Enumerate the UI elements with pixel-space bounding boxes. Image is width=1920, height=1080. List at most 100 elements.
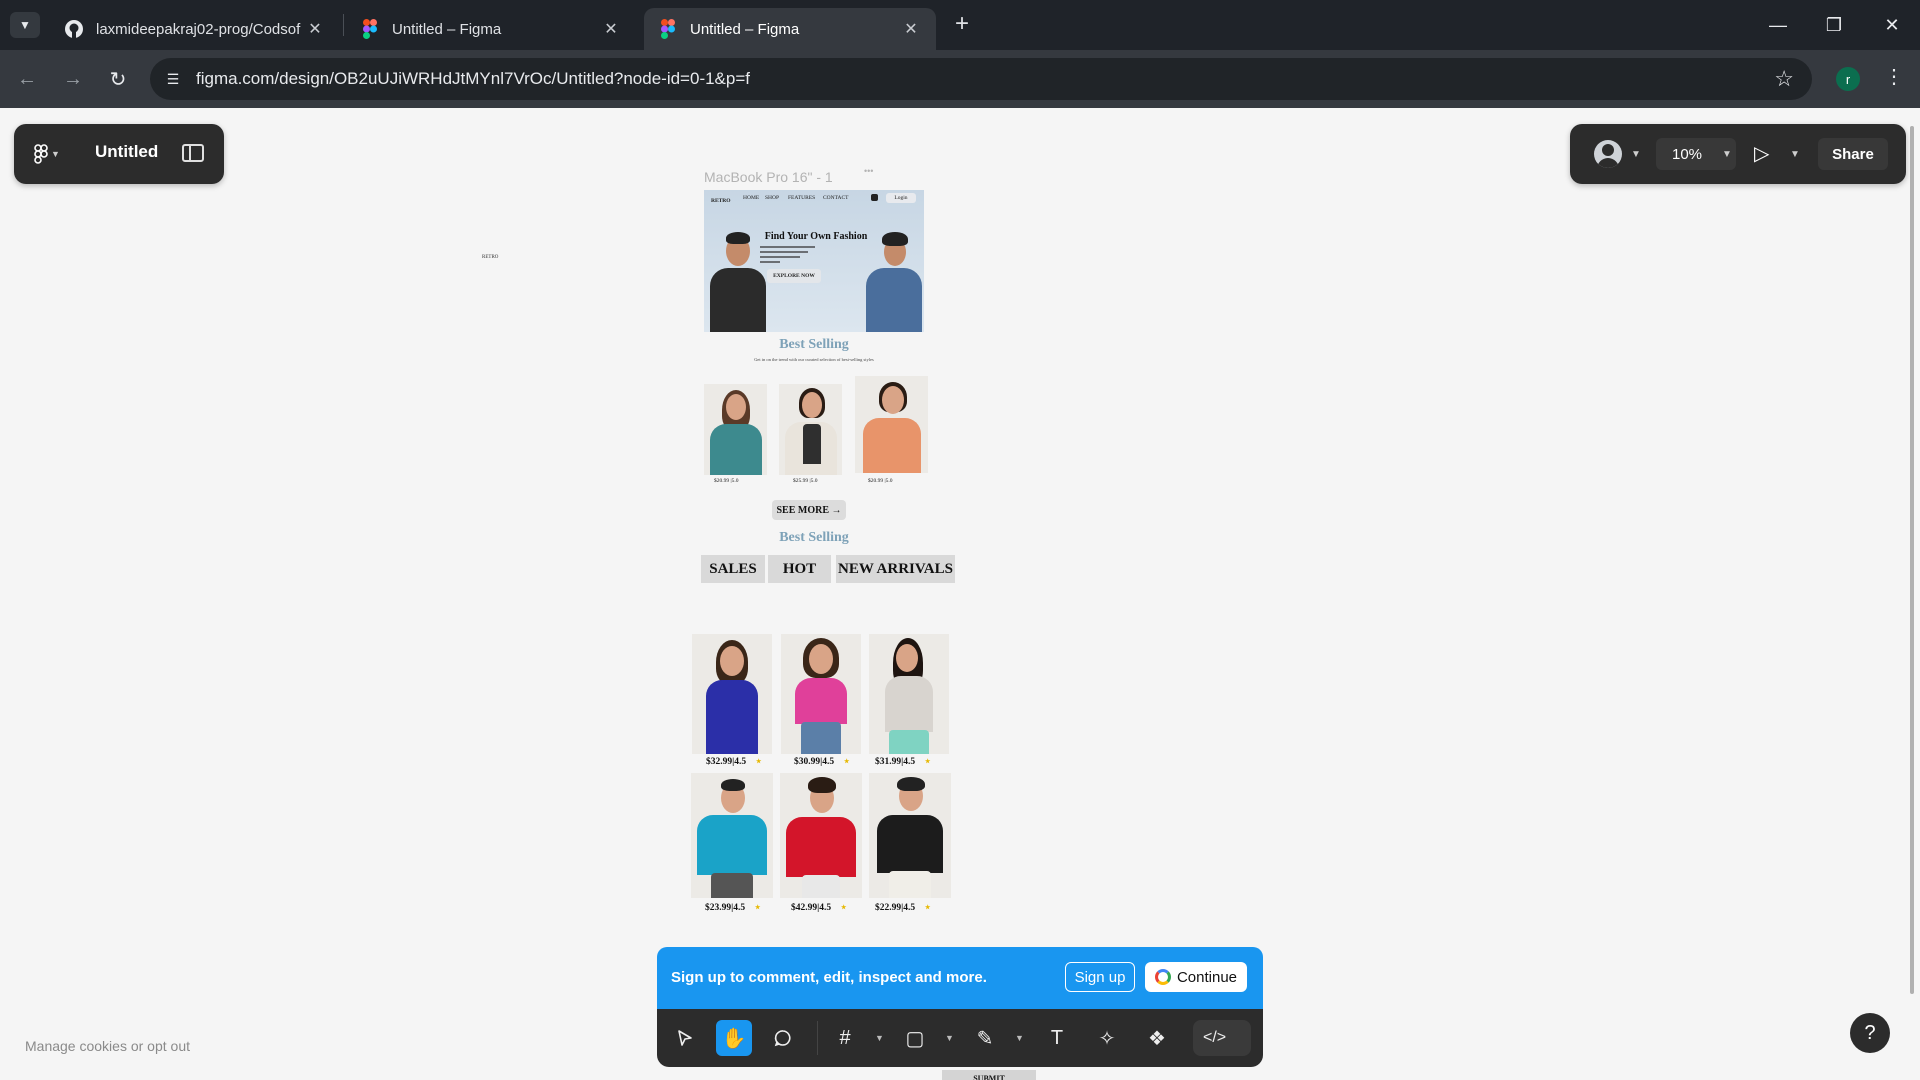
text-tool-icon[interactable]: T <box>1039 1020 1075 1056</box>
profile-avatar[interactable]: r <box>1836 67 1860 91</box>
design-product-card[interactable] <box>691 773 773 898</box>
design-product-card[interactable] <box>692 634 772 754</box>
google-continue-button[interactable]: Continue <box>1145 962 1247 992</box>
design-see-more-button[interactable]: SEE MORE → <box>772 500 846 520</box>
user-avatar[interactable] <box>1594 140 1622 168</box>
browser-toolbar: ← → ↻ ☰ figma.com/design/OB2uUJiWRHdJtMY… <box>0 50 1920 108</box>
move-tool-icon[interactable] <box>667 1020 703 1056</box>
rectangle-tool-icon[interactable]: ▢ <box>897 1020 933 1056</box>
forward-button[interactable]: → <box>58 64 88 94</box>
design-tab-hot[interactable]: HOT <box>768 555 831 583</box>
tab-title: Untitled – Figma <box>690 20 800 38</box>
zoom-dropdown[interactable]: 10% ▼ <box>1656 138 1736 170</box>
design-product-card[interactable] <box>869 634 949 754</box>
continue-label: Continue <box>1176 968 1238 986</box>
design-product-price: $20.99 |5.0 <box>868 478 893 484</box>
design-tab-new-arrivals[interactable]: NEW ARRIVALS <box>836 555 955 583</box>
browser-menu-icon[interactable]: ⋮ <box>1884 64 1904 89</box>
signup-message: Sign up to comment, edit, inspect and mo… <box>671 969 987 986</box>
stray-text-layer[interactable]: RETRO <box>482 255 498 260</box>
design-hero-subtext <box>760 246 820 266</box>
design-hero-section[interactable]: RETRO HOME SHOP FEATURES CONTACT Login F… <box>704 190 924 332</box>
chevron-down-icon[interactable]: ▼ <box>1631 149 1641 160</box>
minimize-button[interactable]: — <box>1758 10 1798 40</box>
address-bar[interactable]: ☰ figma.com/design/OB2uUJiWRHdJtMYnl7VrO… <box>150 58 1812 100</box>
chevron-down-icon: ▼ <box>1722 149 1732 160</box>
actions-tool-icon[interactable]: ✧ <box>1089 1020 1125 1056</box>
tab-title: Untitled – Figma <box>392 20 502 38</box>
design-product-card[interactable] <box>704 384 767 475</box>
star-icon: ★ <box>925 759 931 765</box>
close-icon[interactable]: ✕ <box>600 19 622 39</box>
design-navbar: RETRO HOME SHOP FEATURES CONTACT Login <box>704 190 924 206</box>
frame-dots: ••• <box>864 166 874 176</box>
restore-button[interactable]: ❐ <box>1814 10 1854 40</box>
chevron-down-icon[interactable]: ▼ <box>875 1033 884 1043</box>
design-brand: RETRO <box>711 198 731 204</box>
hand-tool-icon[interactable]: ✋ <box>716 1020 752 1056</box>
window-close-button[interactable]: ✕ <box>1872 10 1912 40</box>
reload-button[interactable]: ↻ <box>103 64 133 94</box>
design-tab-sales[interactable]: SALES <box>701 555 765 583</box>
dev-mode-toggle[interactable]: </> <box>1193 1020 1251 1056</box>
design-product-card[interactable] <box>869 773 951 898</box>
cookies-link[interactable]: Manage cookies or opt out <box>25 1038 190 1054</box>
design-product-price: $32.99|4.5 <box>706 757 747 767</box>
zoom-value: 10% <box>1672 145 1703 163</box>
frame-label[interactable]: MacBook Pro 16" - 1 <box>704 169 833 185</box>
sidebar-toggle-icon[interactable] <box>182 144 204 162</box>
design-best-selling-title-2[interactable]: Best Selling <box>704 530 924 546</box>
tab-github[interactable]: laxmideepakraj02-prog/Codsof ✕ <box>50 8 340 50</box>
comment-tool-icon[interactable] <box>765 1020 801 1056</box>
bag-icon <box>871 194 878 201</box>
frame-tool-icon[interactable]: # <box>827 1020 863 1056</box>
figma-menu-icon[interactable]: ▼ <box>34 142 70 166</box>
file-name[interactable]: Untitled <box>95 142 158 162</box>
design-explore-button: EXPLORE NOW <box>767 269 821 283</box>
tab-figma-1[interactable]: Untitled – Figma ✕ <box>346 8 636 50</box>
google-icon <box>1154 969 1171 985</box>
star-icon: ★ <box>844 759 850 765</box>
present-play-icon[interactable]: ▷ <box>1754 141 1769 166</box>
chevron-down-icon[interactable]: ▼ <box>1790 149 1800 160</box>
assets-tool-icon[interactable]: ❖ <box>1139 1020 1175 1056</box>
design-nav-link: FEATURES <box>788 195 816 201</box>
design-product-price: $30.99|4.5 <box>794 757 835 767</box>
close-icon[interactable]: ✕ <box>900 19 922 39</box>
figma-tool-bar: ✋ # ▼ ▢ ▼ ✎ ▼ T ✧ ❖ </> <box>657 1009 1263 1067</box>
star-icon: ★ <box>925 905 931 911</box>
tab-search-button[interactable]: ▼ <box>10 12 40 38</box>
design-product-price: $31.99|4.5 <box>875 757 916 767</box>
tab-figma-active[interactable]: Untitled – Figma ✕ <box>644 8 936 50</box>
design-best-selling-title[interactable]: Best Selling <box>704 337 924 353</box>
chevron-down-icon: ▼ <box>51 149 60 159</box>
close-icon[interactable]: ✕ <box>304 19 326 39</box>
share-button[interactable]: Share <box>1818 138 1888 170</box>
design-product-card[interactable] <box>855 376 928 473</box>
bookmark-star-icon[interactable]: ☆ <box>1774 66 1794 92</box>
star-icon: ★ <box>841 905 847 911</box>
back-button[interactable]: ← <box>12 64 42 94</box>
chevron-down-icon[interactable]: ▼ <box>1015 1033 1024 1043</box>
design-product-card[interactable] <box>779 384 842 475</box>
signup-button[interactable]: Sign up <box>1065 962 1135 992</box>
design-product-card[interactable] <box>781 634 861 754</box>
url-text[interactable]: figma.com/design/OB2uUJiWRHdJtMYnl7VrOc/… <box>196 69 750 89</box>
chevron-down-icon[interactable]: ▼ <box>945 1033 954 1043</box>
help-button[interactable]: ? <box>1850 1013 1890 1053</box>
design-product-card[interactable] <box>780 773 862 898</box>
code-icon: </> <box>1203 1029 1227 1046</box>
design-nav-link: CONTACT <box>823 195 849 201</box>
tool-divider <box>817 1021 818 1055</box>
site-settings-icon[interactable]: ☰ <box>162 68 184 90</box>
figma-icon <box>360 19 380 39</box>
design-product-price: $22.99|4.5 <box>875 903 916 913</box>
design-product-price: $20.99 |5.0 <box>714 478 739 484</box>
design-submit-button[interactable]: SUBMIT <box>942 1070 1036 1080</box>
browser-tab-bar: ▼ laxmideepakraj02-prog/Codsof ✕ Untitle… <box>0 0 1920 50</box>
pen-tool-icon[interactable]: ✎ <box>967 1020 1003 1056</box>
star-icon: ★ <box>755 905 761 911</box>
figma-canvas[interactable]: ▼ Untitled ▼ 10% ▼ ▷ ▼ Share RETRO MacBo… <box>0 108 1920 1080</box>
new-tab-button[interactable]: + <box>948 10 976 38</box>
canvas-scrollbar[interactable] <box>1910 126 1914 994</box>
